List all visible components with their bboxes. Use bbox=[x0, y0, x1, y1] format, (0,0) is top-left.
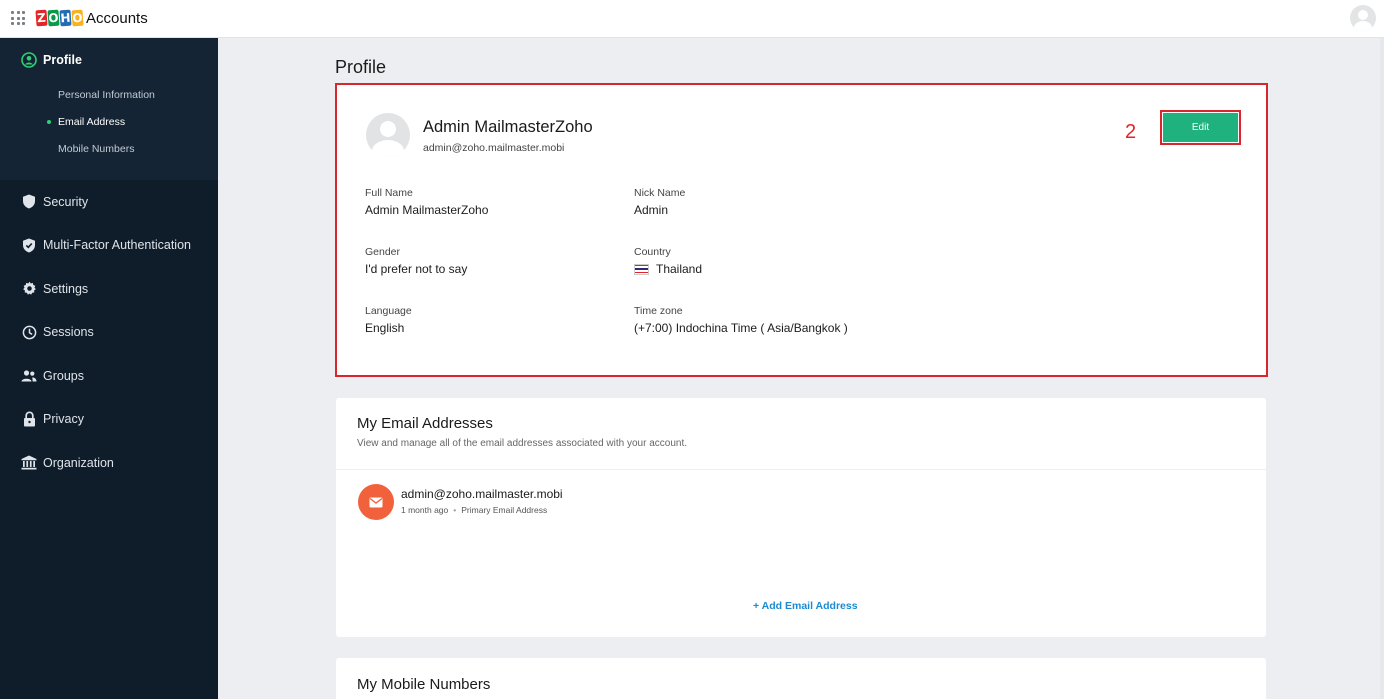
mail-icon bbox=[358, 484, 394, 520]
clock-icon bbox=[21, 324, 37, 340]
gender-value: I'd prefer not to say bbox=[365, 262, 468, 276]
divider bbox=[336, 469, 1266, 470]
country-label: Country bbox=[634, 246, 671, 258]
profile-avatar[interactable] bbox=[366, 113, 410, 157]
nick-name-value: Admin bbox=[634, 203, 669, 217]
profile-email: admin@zoho.mailmaster.mobi bbox=[423, 142, 565, 154]
logo-letter-o: O bbox=[47, 9, 60, 27]
email-addresses-card: My Email Addresses View and manage all o… bbox=[336, 398, 1266, 637]
edit-button-label: Edit bbox=[1163, 113, 1238, 142]
full-name-value: Admin MailmasterZoho bbox=[365, 203, 489, 217]
sidebar-item-security[interactable]: Security bbox=[0, 180, 218, 224]
profile-name: Admin MailmasterZoho bbox=[423, 118, 593, 136]
country-value: Thailand bbox=[634, 262, 702, 276]
sidebar-item-label: Privacy bbox=[43, 412, 84, 427]
people-icon bbox=[21, 368, 37, 384]
email-meta: 1 month ago • Primary Email Address bbox=[401, 505, 547, 515]
add-email-address-link[interactable]: + Add Email Address bbox=[753, 600, 858, 612]
gear-icon bbox=[21, 281, 37, 297]
timezone-value: (+7:00) Indochina Time ( Asia/Bangkok ) bbox=[634, 321, 848, 335]
sidebar-item-label: Groups bbox=[43, 368, 84, 383]
user-circle-icon bbox=[21, 51, 37, 68]
country-name: Thailand bbox=[656, 262, 703, 276]
sidebar-item-organization[interactable]: Organization bbox=[0, 441, 218, 485]
edit-button[interactable]: Edit bbox=[1160, 110, 1241, 145]
user-avatar[interactable] bbox=[1350, 5, 1376, 31]
nick-name-label: Nick Name bbox=[634, 187, 686, 199]
email-age: 1 month ago bbox=[401, 505, 449, 515]
sidebar-item-multi-factor-authentication[interactable]: Multi-Factor Authentication bbox=[0, 224, 218, 268]
logo-letter-z: Z bbox=[35, 9, 48, 27]
sidebar-item-label: Sessions bbox=[43, 325, 94, 340]
scrollbar[interactable] bbox=[1380, 38, 1384, 699]
page-title: Profile bbox=[335, 57, 387, 77]
sidebar-item-profile[interactable]: Profile bbox=[0, 38, 218, 81]
logo-letter-h: H bbox=[59, 9, 72, 27]
building-icon bbox=[21, 455, 37, 471]
sidebar-item-privacy[interactable]: Privacy bbox=[0, 398, 218, 442]
separator-dot: • bbox=[453, 505, 457, 515]
mobile-section-title: My Mobile Numbers bbox=[357, 676, 491, 693]
sidebar-item-groups[interactable]: Groups bbox=[0, 354, 218, 398]
email-section-title: My Email Addresses bbox=[357, 415, 493, 432]
sidebar-subitem-mobile-numbers[interactable]: Mobile Numbers bbox=[0, 135, 218, 162]
primary-email-badge: Primary Email Address bbox=[461, 505, 548, 515]
profile-group: Profile Personal Information Email Addre… bbox=[0, 38, 218, 180]
sidebar-subitem-email-address[interactable]: Email Address bbox=[0, 108, 218, 135]
logo-letter-o2: O bbox=[71, 9, 84, 27]
sidebar-item-label: Settings bbox=[43, 281, 89, 296]
sidebar-item-settings[interactable]: Settings bbox=[0, 267, 218, 311]
sidebar-item-label: Security bbox=[43, 194, 89, 209]
apps-grid-icon[interactable] bbox=[11, 11, 25, 25]
sidebar-subitem-personal-information[interactable]: Personal Information bbox=[0, 81, 218, 108]
top-bar: Z O H O Accounts bbox=[0, 0, 1384, 38]
sidebar: Profile Personal Information Email Addre… bbox=[0, 38, 218, 699]
thailand-flag-icon bbox=[634, 263, 649, 275]
sidebar-item-label: Profile bbox=[43, 52, 82, 67]
profile-card: Admin MailmasterZoho admin@zoho.mailmast… bbox=[335, 83, 1268, 377]
language-label: Language bbox=[365, 305, 412, 317]
shield-icon bbox=[21, 194, 37, 210]
timezone-label: Time zone bbox=[634, 305, 683, 317]
sidebar-item-label: Organization bbox=[43, 455, 114, 470]
step-annotation: 2 bbox=[1125, 121, 1137, 143]
language-value: English bbox=[365, 321, 405, 335]
mobile-numbers-card: My Mobile Numbers bbox=[336, 658, 1266, 699]
sidebar-item-label: Multi-Factor Authentication bbox=[43, 238, 191, 253]
sidebar-item-sessions[interactable]: Sessions bbox=[0, 311, 218, 355]
app-title: Accounts bbox=[86, 10, 148, 27]
full-name-label: Full Name bbox=[365, 187, 413, 199]
email-address: admin@zoho.mailmaster.mobi bbox=[401, 487, 563, 501]
gender-label: Gender bbox=[365, 246, 401, 258]
email-section-description: View and manage all of the email address… bbox=[357, 438, 688, 449]
zoho-logo[interactable]: Z O H O bbox=[35, 9, 84, 27]
shield-check-icon bbox=[21, 237, 37, 253]
lock-icon bbox=[21, 411, 37, 427]
